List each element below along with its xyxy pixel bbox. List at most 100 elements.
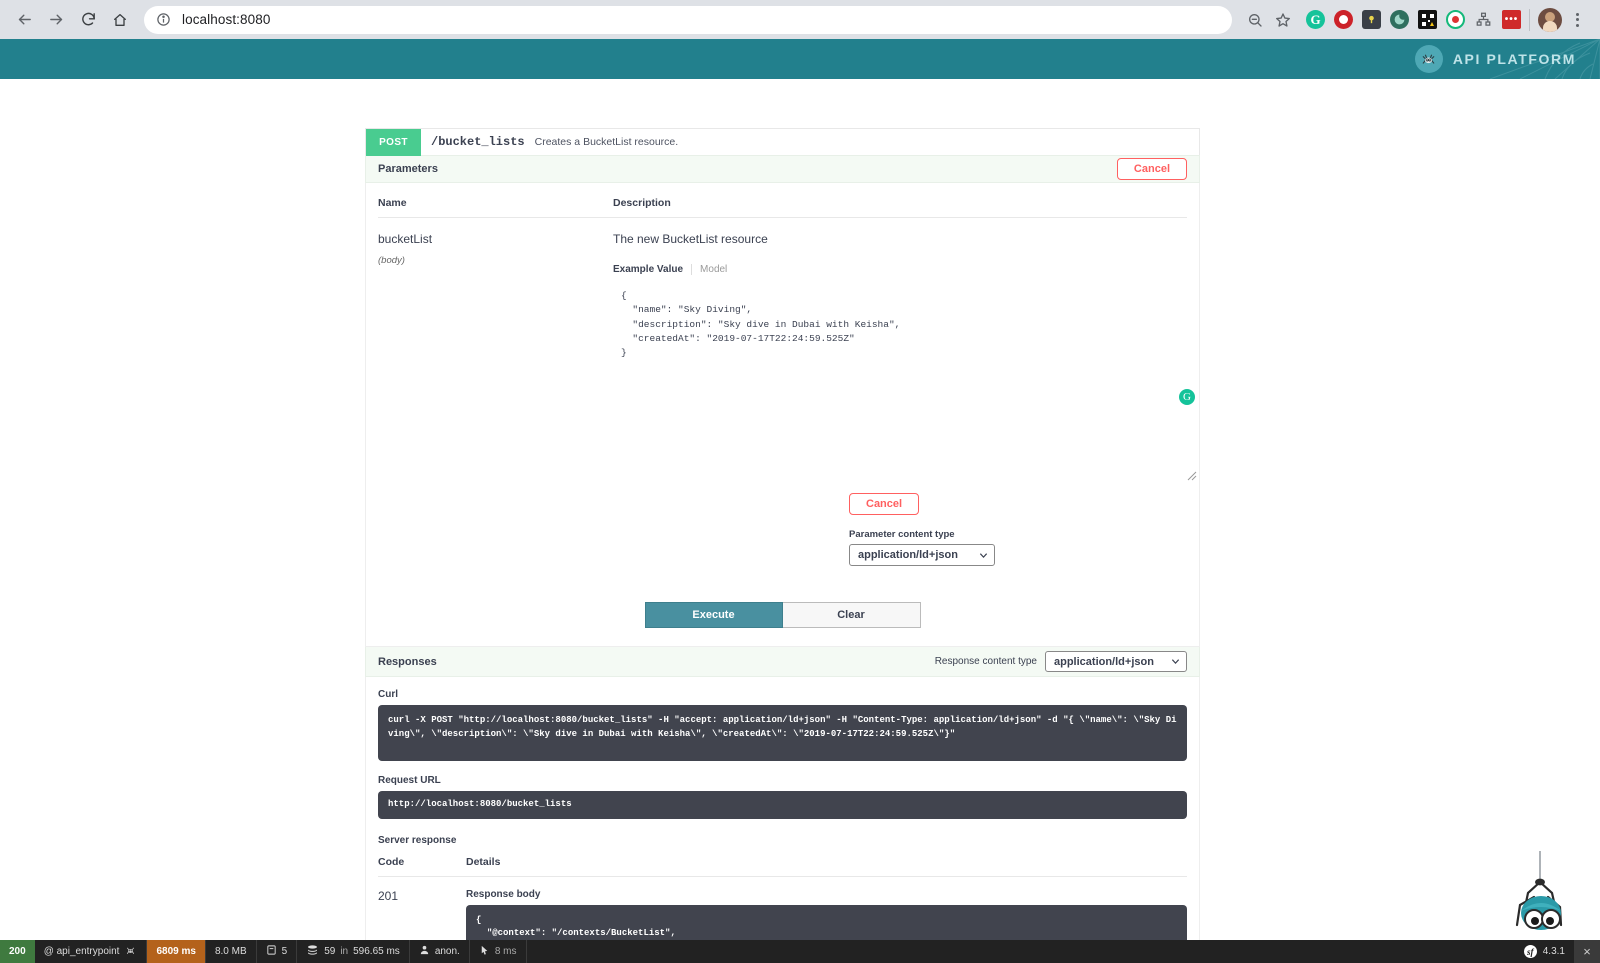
tab-example-value[interactable]: Example Value [613,264,683,275]
red-toolbar-extension-icon[interactable]: ••• [1502,10,1521,29]
column-header-name: Name [378,197,407,209]
http-method-badge: POST [366,128,421,156]
responses-title: Responses [378,655,437,668]
request-url-label: Request URL [378,775,441,786]
debug-version-value: 4.3.1 [1542,946,1565,957]
parameters-table-head: Name Description [378,183,1187,218]
browser-actions: G ••• [1242,7,1590,33]
swagger-content: POST /bucket_lists Creates a BucketList … [0,79,1600,963]
chevron-down-icon [979,552,988,558]
debug-status-code[interactable]: 200 [0,940,35,963]
debug-db-in: in [340,946,349,957]
symfony-icon: sf [1523,945,1537,958]
debug-user-value: anon. [434,946,460,957]
parameter-description: The new BucketList resource [613,232,768,246]
parameter-content-type-label: Parameter content type [849,529,955,540]
kebab-menu-icon[interactable] [1564,7,1590,33]
request-body-value: { "name": "Sky Diving", "description": "… [621,290,901,358]
cursor-icon [479,944,490,959]
database-icon [306,944,319,959]
address-bar[interactable]: localhost:8080 [144,5,1232,34]
parameter-name: bucketList [378,232,433,246]
operation-summary[interactable]: POST /bucket_lists Creates a BucketList … [365,128,1200,156]
user-icon [419,944,430,959]
server-response-label: Server response [378,834,457,846]
clear-button[interactable]: Clear [782,602,921,628]
curl-command[interactable]: curl -X POST "http://localhost:8080/buck… [378,705,1187,761]
home-icon[interactable] [106,6,134,34]
parameter-kind: (body) [378,255,405,266]
qr-code-extension-icon[interactable] [1418,10,1437,29]
response-table-head: Code Details [378,846,1187,877]
brand-name: API PLATFORM [1452,51,1576,67]
execute-button[interactable]: Execute [644,602,783,628]
request-url-value[interactable]: http://localhost:8080/bucket_lists [378,791,1187,819]
curl-label: Curl [378,689,398,700]
debug-memory[interactable]: 8.0 MB [206,940,257,963]
toolbar-divider [1529,8,1530,31]
response-content-type-label: Response content type [934,656,1037,667]
parameter-content-type-value: application/ld+json [858,549,958,561]
debug-db-time: 596.65 ms [353,946,400,957]
request-body-editor[interactable]: { "name": "Sky Diving", "description": "… [613,289,1197,481]
response-content-type-value: application/ld+json [1054,655,1154,668]
page-viewport: API PLATFORM POST /bucket_lists Creates … [0,39,1600,963]
grammarly-extension-icon[interactable]: G [1306,10,1325,29]
spider-mascot-icon [1515,851,1563,930]
response-body-label: Response body [466,888,541,900]
resize-handle-icon[interactable] [1187,471,1197,481]
dark-reader-extension-icon[interactable] [1390,10,1409,29]
debug-mailer[interactable]: 8 ms [470,940,527,963]
back-arrow-icon[interactable] [10,6,38,34]
responses-header: Responses Response content type applicat… [365,647,1200,677]
grammarly-badge-icon[interactable]: G [1179,389,1195,405]
response-content-type-select[interactable]: application/ld+json [1045,651,1187,672]
debug-version[interactable]: sf 4.3.1 [1515,940,1574,963]
debug-mailer-time: 8 ms [494,946,517,957]
parameter-content-type-select[interactable]: application/ld+json [849,544,995,566]
ublock-origin-extension-icon[interactable] [1334,10,1353,29]
url-text: localhost:8080 [182,12,271,27]
reload-icon[interactable] [74,6,102,34]
spider-icon [124,944,137,960]
debug-db-queries: 59 [324,946,336,957]
execute-row: Execute Clear [378,602,1187,646]
responses-panel: Curl curl -X POST "http://localhost:8080… [365,677,1200,963]
target-tracker-extension-icon[interactable] [1446,10,1465,29]
debug-duration[interactable]: 6809 ms [147,940,206,963]
debug-route-label: @ api_entrypoint [43,946,120,957]
parameter-description-cell: The new BucketList resource Example Valu… [613,232,1197,566]
debug-memory-value: 8.0 MB [214,946,247,957]
parameters-panel: Name Description bucketList (body) The n… [365,183,1200,647]
parameters-header: Parameters Cancel [365,155,1200,183]
forms-icon [266,944,277,959]
example-model-tabs: Example Value Model [613,264,1187,275]
zoom-out-icon[interactable] [1242,7,1268,33]
star-icon[interactable] [1270,7,1296,33]
column-header-code: Code [378,855,405,868]
parameter-row: bucketList (body) The new BucketList res… [378,218,1197,566]
debug-database[interactable]: 59 in 596.65 ms [297,940,410,963]
symfony-debug-toolbar: 200 @ api_entrypoint 6809 ms 8.0 MB 5 59… [0,940,1600,963]
column-header-details: Details [466,855,501,868]
debug-route[interactable]: @ api_entrypoint [35,940,148,963]
operation-path: /bucket_lists [431,135,525,149]
cancel-button-top[interactable]: Cancel [1116,158,1187,180]
forward-arrow-icon[interactable] [42,6,70,34]
spider-logo-icon [1414,45,1443,73]
site-info-icon[interactable] [156,12,172,28]
keeper-password-extension-icon[interactable] [1362,10,1381,29]
extension-icons: G ••• [1298,10,1521,29]
avatar[interactable] [1538,7,1562,32]
debug-user[interactable]: anon. [410,940,470,963]
sitemap-extension-icon[interactable] [1474,10,1493,29]
operation-description: Creates a BucketList resource. [534,136,679,148]
cancel-button-inline[interactable]: Cancel [849,493,920,515]
parameters-title: Parameters [378,163,438,175]
operation-block: POST /bucket_lists Creates a BucketList … [365,128,1200,963]
chevron-down-icon [1171,659,1180,664]
column-header-description: Description [613,197,671,209]
close-icon[interactable]: × [1574,940,1600,963]
tab-model[interactable]: Model [691,264,727,275]
debug-forms[interactable]: 5 [257,940,298,963]
